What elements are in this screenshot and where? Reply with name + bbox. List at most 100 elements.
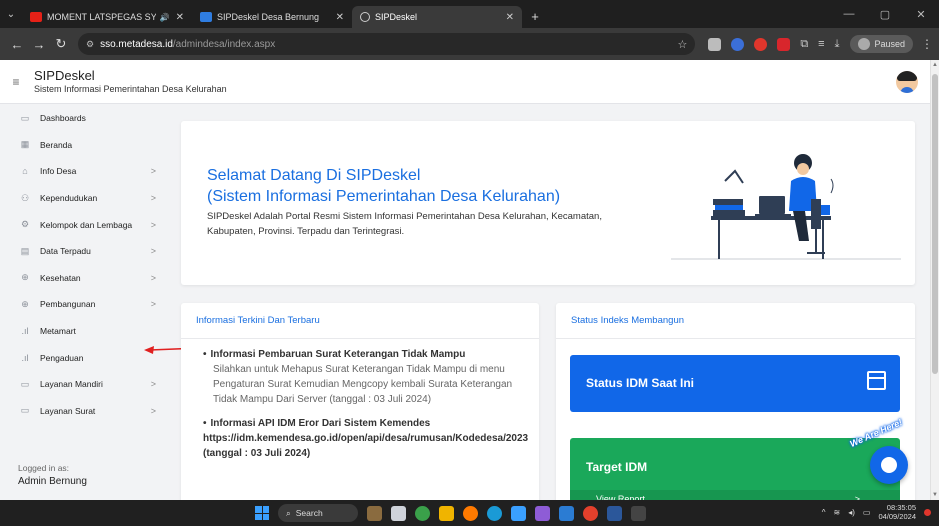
scroll-down-icon[interactable]: ▼ <box>931 492 939 498</box>
sidebar-item-beranda[interactable]: ▦ Beranda <box>0 132 170 159</box>
globe-icon: ⊕ <box>21 272 29 283</box>
calendar-icon <box>867 371 886 390</box>
close-window-icon[interactable]: ✕ <box>903 8 939 21</box>
battery-icon[interactable]: ▭ <box>863 508 871 517</box>
widget-icon[interactable] <box>367 505 382 521</box>
url-host: sso.metadesa.id <box>100 38 173 50</box>
extension-icon[interactable] <box>731 37 745 51</box>
chrome-icon[interactable] <box>583 505 598 521</box>
chat-app-icon[interactable] <box>415 505 430 521</box>
close-icon[interactable]: ✕ <box>170 12 184 23</box>
tab-sipdeskel-bernung[interactable]: SIPDeskel Desa Bernung ✕ <box>192 6 352 28</box>
extension-icon[interactable] <box>777 37 791 51</box>
close-icon[interactable]: ✕ <box>500 12 514 23</box>
chevron-up-icon[interactable]: ^ <box>822 508 826 517</box>
search-icon: ⌕ <box>286 507 291 518</box>
bookmark-star-icon[interactable]: ☆ <box>677 38 687 51</box>
idm-status-box[interactable]: Status IDM Saat Ini <box>570 355 900 412</box>
task-view-icon[interactable] <box>391 505 406 521</box>
new-tab-button[interactable]: + <box>526 7 544 25</box>
mail-icon[interactable] <box>511 505 526 521</box>
sidebar-item-layanan-surat[interactable]: ▭ Layanan Surat > <box>0 398 170 425</box>
reload-icon[interactable]: ↻ <box>50 36 72 52</box>
list-item: • Informasi API IDM Eror Dari Sistem Keme… <box>203 416 528 461</box>
firefox-icon[interactable] <box>463 505 478 521</box>
restore-icon[interactable]: ▢ <box>867 8 903 21</box>
info-card: Informasi Terkini Dan Terbaru • Informasi… <box>181 303 539 503</box>
sidebar-item-kependudukan[interactable]: ⚇ Kependudukan > <box>0 185 170 212</box>
sidebar-item-kesehatan[interactable]: ⊕ Kesehatan > <box>0 265 170 292</box>
chevron-right-icon: > <box>150 246 156 257</box>
minimize-icon[interactable]: — <box>831 8 867 21</box>
back-icon[interactable]: ← <box>6 37 28 52</box>
speaker-icon[interactable]: 🔊 <box>160 13 170 22</box>
extension-icon[interactable] <box>708 37 722 51</box>
chevron-right-icon: > <box>150 299 156 310</box>
data-icon: ▤ <box>20 245 30 256</box>
tab-search-button[interactable]: ⌄ <box>0 0 22 28</box>
news-title[interactable]: • Informasi Pembaruan Surat Keterangan Ti… <box>203 347 519 362</box>
clock-date: 04/09/2024 <box>878 512 916 521</box>
download-icon[interactable]: ⤓ <box>835 38 840 51</box>
document-icon: ▭ <box>20 405 30 416</box>
welcome-title: Selamat Datang Di SIPDeskel (Sistem Info… <box>207 165 667 207</box>
close-icon[interactable]: ✕ <box>330 12 344 23</box>
reading-list-icon[interactable]: ≡ <box>818 38 824 50</box>
bar-chart-icon: .ıl <box>21 326 29 337</box>
volume-icon[interactable]: ◂) <box>848 508 855 517</box>
edge-icon[interactable] <box>487 505 502 521</box>
profile-button[interactable]: Paused <box>850 35 913 53</box>
office-icon[interactable] <box>607 505 622 521</box>
file-explorer-icon[interactable] <box>439 505 454 521</box>
window-controls: — ▢ ✕ <box>831 8 939 21</box>
menu-toggle-icon[interactable]: ≡ <box>2 75 30 89</box>
chat-widget-button[interactable] <box>870 446 908 484</box>
wifi-icon[interactable]: ≋ <box>834 508 841 517</box>
app-subtitle: Sistem Informasi Pemerintahan Desa Kelur… <box>34 84 227 94</box>
logged-in-info: Logged in as: Admin Bernung <box>18 463 87 487</box>
app-header: ≡ SIPDeskel Sistem Informasi Pemerintaha… <box>0 60 930 104</box>
site-favicon-icon <box>200 12 212 22</box>
sidebar-item-kelompok-dan-lembaga[interactable]: ⚙ Kelompok dan Lembaga > <box>0 211 170 238</box>
news-title-text: Informasi API IDM Eror Dari Sistem Kemen… <box>203 418 529 459</box>
news-title[interactable]: • Informasi API IDM Eror Dari Sistem Keme… <box>203 416 528 461</box>
idm-target-box[interactable]: Target IDM View Report > <box>570 438 900 503</box>
windows-start-icon[interactable] <box>255 506 269 520</box>
sidebar-item-info-desa[interactable]: ⌂ Info Desa > <box>0 158 170 185</box>
group-icon: ⚙ <box>20 219 30 230</box>
tab-youtube[interactable]: MOMENT LATSPEGAS SYIL 🔊 ✕ <box>22 6 192 28</box>
profile-status: Paused <box>874 39 905 49</box>
document-icon: ▭ <box>20 378 30 389</box>
scrollbar-thumb[interactable] <box>932 74 938 374</box>
sidebar-item-data-terpadu[interactable]: ▤ Data Terpadu > <box>0 238 170 265</box>
profile-avatar <box>858 38 871 50</box>
sidebar-item-dashboards[interactable]: ▭ Dashboards <box>0 105 170 132</box>
chevron-right-icon: > <box>150 379 156 390</box>
page-scrollbar[interactable]: ▲ ▼ <box>930 60 939 500</box>
notion-icon[interactable] <box>631 505 646 521</box>
system-clock[interactable]: 08:35:05 04/09/2024 <box>878 503 916 521</box>
info-card-heading: Informasi Terkini Dan Terbaru <box>181 303 539 339</box>
site-info-icon[interactable]: ⚙ <box>86 39 94 50</box>
tab-label: MOMENT LATSPEGAS SYIL <box>47 12 156 22</box>
sidebar-item-label: Kependudukan <box>40 193 98 204</box>
sidebar-item-label: Metamart <box>40 326 76 337</box>
sidebar-item-layanan-mandiri[interactable]: ▭ Layanan Mandiri > <box>0 371 170 398</box>
address-bar[interactable]: ⚙ sso.metadesa.id /admindesa/index.aspx … <box>78 33 696 55</box>
welcome-description: SIPDeskel Adalah Portal Resmi Sistem Inf… <box>207 211 602 237</box>
sidebar-item-pembangunan[interactable]: ⊕ Pembangunan > <box>0 291 170 318</box>
extensions-puzzle-icon[interactable]: ⧉ <box>800 38 808 51</box>
word-icon[interactable] <box>559 505 574 521</box>
scroll-up-icon[interactable]: ▲ <box>931 62 939 68</box>
taskbar-search[interactable]: ⌕ Search <box>278 504 358 522</box>
tab-sipdeskel[interactable]: SIPDeskel ✕ <box>352 6 522 28</box>
sidebar-item-label: Kelompok dan Lembaga <box>40 219 133 230</box>
notification-icon[interactable] <box>924 508 931 516</box>
youtube-icon <box>30 12 42 22</box>
extension-icon[interactable] <box>754 37 768 51</box>
app-icon[interactable] <box>535 505 550 521</box>
sidebar-item-label: Info Desa <box>40 166 77 177</box>
user-avatar[interactable] <box>896 70 918 93</box>
forward-icon[interactable]: → <box>28 37 50 52</box>
more-menu-icon[interactable]: ⋮ <box>921 37 933 51</box>
